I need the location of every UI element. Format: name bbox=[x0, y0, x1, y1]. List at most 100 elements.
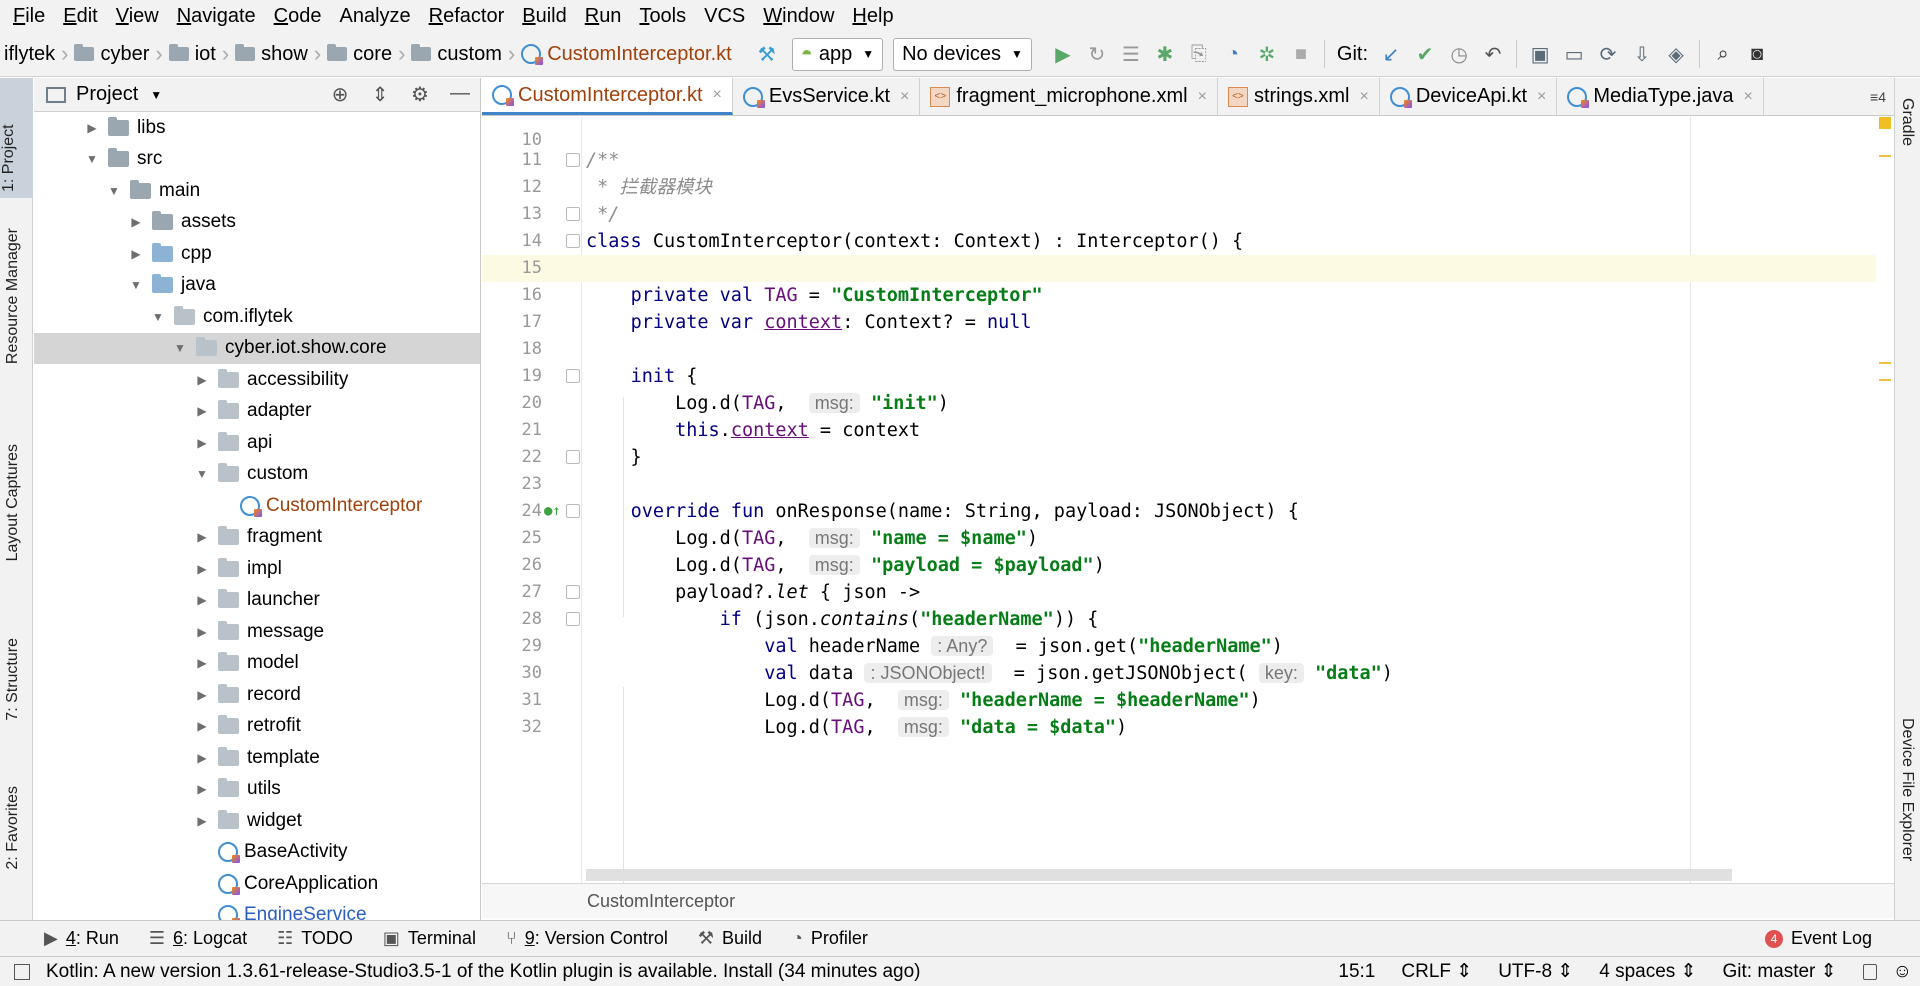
editor-tab[interactable]: DeviceApi.kt × bbox=[1380, 78, 1558, 115]
tab-resource-manager[interactable]: Resource Manager bbox=[4, 228, 22, 364]
line-number[interactable]: 19 bbox=[482, 363, 542, 390]
device-select[interactable]: No devices ▼ bbox=[893, 37, 1032, 71]
line-number[interactable]: 29 bbox=[482, 633, 542, 660]
chevron-right-icon[interactable]: ▶ bbox=[126, 215, 146, 229]
event-icon[interactable]: ◙ bbox=[1740, 37, 1774, 71]
fold-marker-icon[interactable] bbox=[566, 450, 580, 464]
editor-tab[interactable]: EvsService.kt × bbox=[733, 78, 921, 115]
close-icon[interactable]: × bbox=[1743, 88, 1752, 106]
code-line[interactable]: 24 ●↑ override fun onResponse(name: Strin… bbox=[482, 498, 1894, 525]
tree-item[interactable]: ▶ accessibility bbox=[34, 364, 480, 396]
chevron-down-icon[interactable]: ▼ bbox=[82, 152, 102, 166]
profile-icon[interactable]: ◔ bbox=[1216, 37, 1250, 71]
tab-device-file-explorer[interactable]: Device File Explorer bbox=[1898, 718, 1916, 861]
line-number[interactable]: 23 bbox=[482, 471, 542, 498]
code-line[interactable]: 25 Log.d(TAG, msg: "name = $name") bbox=[482, 525, 1894, 552]
tab-project-tool[interactable]: 1: Project bbox=[0, 78, 33, 198]
stop-icon[interactable]: ■ bbox=[1284, 37, 1318, 71]
code-line[interactable]: 20 Log.d(TAG, msg: "init") bbox=[482, 390, 1894, 417]
tree-item[interactable]: ▶ record bbox=[34, 679, 480, 711]
toggle-tool-windows-icon[interactable] bbox=[14, 963, 30, 980]
menu-item[interactable]: Run bbox=[576, 0, 631, 32]
breadcrumb-item[interactable]: custom bbox=[407, 32, 505, 77]
tool-profiler[interactable]: ◔ Profiler bbox=[792, 928, 868, 949]
run-icon[interactable]: ▶ bbox=[1046, 37, 1080, 71]
inspector-icon[interactable]: ☺ bbox=[1893, 961, 1912, 983]
chevron-down-icon[interactable]: ▼ bbox=[192, 467, 212, 481]
close-icon[interactable]: × bbox=[1198, 88, 1207, 106]
close-icon[interactable]: × bbox=[1537, 88, 1546, 106]
override-marker-icon[interactable]: ●↑ bbox=[544, 498, 561, 525]
chevron-right-icon[interactable]: ▶ bbox=[192, 814, 212, 828]
code-line[interactable]: 22 } bbox=[482, 444, 1894, 471]
menu-item[interactable]: Window bbox=[754, 0, 843, 32]
tab-structure[interactable]: 7: Structure bbox=[4, 638, 22, 721]
breadcrumb-item[interactable]: core bbox=[323, 32, 396, 77]
hammer-icon[interactable]: ⚒ bbox=[750, 37, 784, 71]
close-icon[interactable]: × bbox=[1360, 88, 1369, 106]
collapse-all-icon[interactable]: ⇕ bbox=[360, 82, 400, 107]
line-number[interactable]: 30 bbox=[482, 660, 542, 687]
fold-marker-icon[interactable] bbox=[566, 612, 580, 626]
editor-tab[interactable]: <> strings.xml × bbox=[1218, 78, 1380, 115]
code-line[interactable]: 27 payload?.let { json -> bbox=[482, 579, 1894, 606]
avd-manager-icon[interactable]: ▭ bbox=[1557, 37, 1591, 71]
tree-item[interactable]: ▶ assets bbox=[34, 207, 480, 239]
line-number[interactable]: 11 bbox=[482, 147, 542, 174]
attach-process-icon[interactable]: ✲ bbox=[1250, 37, 1284, 71]
fold-marker-icon[interactable] bbox=[566, 369, 580, 383]
line-number[interactable]: 14 bbox=[482, 228, 542, 255]
chevron-right-icon[interactable]: ▶ bbox=[192, 625, 212, 639]
tool-build[interactable]: ⚒ Build bbox=[698, 928, 762, 949]
menu-item[interactable]: Edit bbox=[54, 0, 106, 32]
line-number[interactable]: 18 bbox=[482, 336, 542, 363]
project-panel-title[interactable]: Project bbox=[76, 83, 138, 106]
chevron-right-icon[interactable]: ▶ bbox=[192, 373, 212, 387]
chevron-down-icon[interactable]: ▼ bbox=[126, 278, 146, 292]
code-line[interactable]: 31 Log.d(TAG, msg: "headerName = $header… bbox=[482, 687, 1894, 714]
tree-item[interactable]: ▶ model bbox=[34, 648, 480, 680]
fold-marker-icon[interactable] bbox=[566, 153, 580, 167]
rerun-icon[interactable]: ↻ bbox=[1080, 37, 1114, 71]
code-line[interactable]: 28 if (json.contains("headerName")) { bbox=[482, 606, 1894, 633]
tree-item[interactable]: ▼ src bbox=[34, 144, 480, 176]
sync-gradle-icon[interactable]: ⟳ bbox=[1591, 37, 1625, 71]
tree-item[interactable]: ▼ cyber.iot.show.core bbox=[34, 332, 480, 364]
breadcrumb-item[interactable]: iflytek bbox=[0, 32, 59, 77]
git-commit-icon[interactable]: ✔ bbox=[1408, 37, 1442, 71]
chevron-right-icon[interactable]: ▶ bbox=[192, 751, 212, 765]
tool-todo[interactable]: ☷ TODO bbox=[277, 928, 353, 949]
chevron-right-icon[interactable]: ▶ bbox=[192, 562, 212, 576]
close-icon[interactable]: × bbox=[900, 88, 909, 106]
tree-item[interactable]: ▼ com.iflytek bbox=[34, 301, 480, 333]
code-line[interactable]: 19 init { bbox=[482, 363, 1894, 390]
code-line[interactable]: 18 bbox=[482, 336, 1894, 363]
line-number[interactable]: 13 bbox=[482, 201, 542, 228]
code-line[interactable]: 13 */ bbox=[482, 201, 1894, 228]
chevron-right-icon[interactable]: ▶ bbox=[192, 404, 212, 418]
chevron-down-icon[interactable]: ▼ bbox=[170, 341, 190, 355]
chevron-right-icon[interactable]: ▶ bbox=[192, 719, 212, 733]
chevron-right-icon[interactable]: ▶ bbox=[192, 436, 212, 450]
caret-position[interactable]: 15:1 bbox=[1338, 961, 1375, 983]
hide-icon[interactable]: — bbox=[440, 82, 480, 107]
code-editor[interactable]: 10 11/** 12 * 拦截器模块 13 */14 class CustomInte… bbox=[482, 117, 1894, 883]
debug-icon[interactable]: ✱ bbox=[1148, 37, 1182, 71]
code-line[interactable]: 11 /** bbox=[482, 147, 1894, 174]
tree-item[interactable]: ▶ cpp bbox=[34, 238, 480, 270]
editor-horizontal-scrollbar[interactable] bbox=[586, 869, 1732, 881]
lock-icon[interactable] bbox=[1862, 963, 1877, 980]
menu-item[interactable]: Build bbox=[513, 0, 575, 32]
menu-item[interactable]: Navigate bbox=[168, 0, 265, 32]
code-line[interactable]: 26 Log.d(TAG, msg: "payload = $payload") bbox=[482, 552, 1894, 579]
git-rollback-icon[interactable]: ↶ bbox=[1476, 37, 1510, 71]
chevron-right-icon[interactable]: ▶ bbox=[126, 247, 146, 261]
project-structure-icon[interactable]: ▣ bbox=[1523, 37, 1557, 71]
chevron-right-icon[interactable]: ▶ bbox=[192, 530, 212, 544]
menu-item[interactable]: Analyze bbox=[330, 0, 419, 32]
tool-event-log[interactable]: 4 Event Log bbox=[1764, 928, 1872, 949]
git-branch[interactable]: Git: master ⇕ bbox=[1722, 960, 1836, 983]
warning-mark[interactable] bbox=[1879, 155, 1891, 157]
tree-item[interactable]: ▼ custom bbox=[34, 459, 480, 491]
breadcrumb-file[interactable]: CustomInterceptor.kt bbox=[517, 32, 736, 77]
